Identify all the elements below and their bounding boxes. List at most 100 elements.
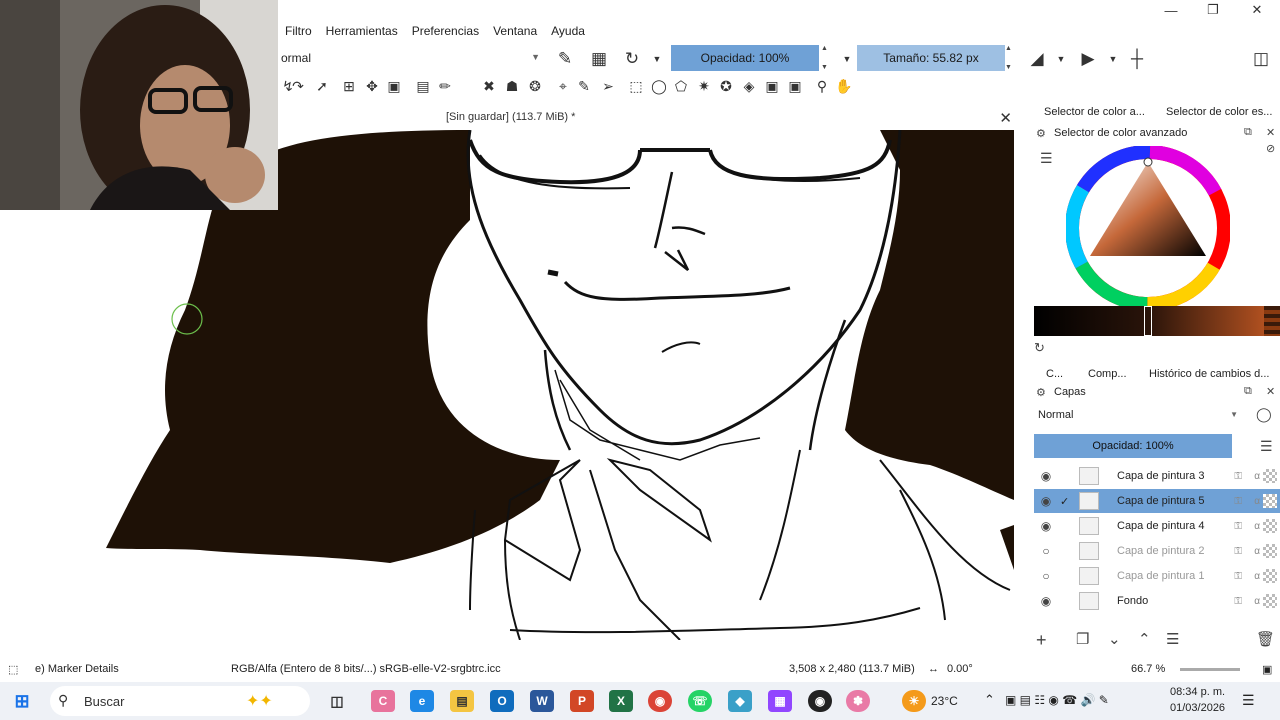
file-explorer-icon[interactable]: ▤ — [450, 690, 474, 712]
layer-name[interactable]: Capa de pintura 3 — [1117, 470, 1204, 482]
docker-panel-icon[interactable]: ◫ — [1250, 48, 1272, 70]
settings-icon[interactable]: ⚙ — [1036, 386, 1046, 399]
word-icon[interactable]: W — [530, 690, 554, 712]
chevron-down-icon[interactable]: ▼ — [646, 48, 668, 70]
add-layer-icon[interactable]: + — [1036, 630, 1047, 651]
gradient-tool-icon[interactable]: ▤ — [413, 76, 433, 96]
layer-row[interactable]: ○ Capa de pintura 1 ⚿ α — [1034, 564, 1280, 588]
restore-icon[interactable]: ❐ — [1192, 0, 1234, 20]
tab-comp[interactable]: Comp... — [1088, 368, 1127, 380]
layer-row[interactable]: ◉ Capa de pintura 3 ⚿ α — [1034, 464, 1280, 488]
menu-filtro[interactable]: Filtro — [278, 24, 319, 38]
eye-icon[interactable]: ◉ — [1038, 494, 1054, 508]
smart-patch-icon[interactable]: ❂ — [525, 76, 545, 96]
alpha-icon[interactable]: α — [1254, 521, 1260, 532]
close-icon[interactable]: ✕ — [1266, 385, 1275, 398]
menu-ayuda[interactable]: Ayuda — [544, 24, 592, 38]
tab-color-selector-advanced[interactable]: Selector de color a... — [1044, 106, 1145, 118]
eye-hidden-icon[interactable]: ○ — [1038, 544, 1054, 558]
menu-ventana[interactable]: Ventana — [486, 24, 544, 38]
magnetic-select-icon[interactable]: ▣ — [785, 76, 805, 96]
inherit-alpha-icon[interactable] — [1263, 469, 1277, 483]
eraser-icon[interactable]: ✎ — [554, 48, 576, 70]
layer-row[interactable]: ◉ ✓ Capa de pintura 5 ⚿ α — [1034, 489, 1280, 513]
menu-list-icon[interactable]: ☰ — [1260, 438, 1273, 455]
alpha-icon[interactable]: α — [1254, 546, 1260, 557]
inherit-alpha-icon[interactable] — [1263, 519, 1277, 533]
zoom-fit-icon[interactable]: ▣ — [1262, 663, 1272, 676]
freehand-select-icon[interactable]: ✷ — [694, 76, 714, 96]
edge-icon[interactable]: e — [410, 690, 434, 712]
close-icon[interactable]: ✕ — [1236, 0, 1278, 20]
layer-row[interactable]: ◉ Capa de pintura 4 ⚿ α — [1034, 514, 1280, 538]
close-icon[interactable]: ✕ — [999, 109, 1012, 127]
layer-name[interactable]: Capa de pintura 4 — [1117, 520, 1204, 532]
opacity-slider[interactable]: Opacidad: 100% — [671, 45, 819, 71]
menu-preferencias[interactable]: Preferencias — [405, 24, 486, 38]
app-icon[interactable]: ◆ — [728, 690, 752, 712]
tray-icons[interactable]: ▣ ▤ ☷ ◉ ☎ 🔊 ✎ — [1005, 693, 1109, 707]
alpha-icon[interactable]: α — [1254, 496, 1260, 507]
float-icon[interactable]: ⧉ — [1244, 126, 1252, 139]
alpha-icon[interactable]: α — [1254, 471, 1260, 482]
lock-icon[interactable]: ⚿ — [1234, 496, 1242, 507]
mirror-horizontal-icon[interactable]: ◢ — [1026, 48, 1048, 70]
lock-icon[interactable]: ⚿ — [1234, 546, 1242, 557]
layers-blend-select[interactable]: Normal ▼ — [1034, 406, 1242, 426]
ellipse-select-icon[interactable]: ◯ — [649, 76, 669, 96]
crop-tool-icon[interactable]: ⊞ — [339, 76, 359, 96]
dynamic-brush-icon[interactable]: ➚ — [312, 76, 332, 96]
transform-tool-icon[interactable]: ▣ — [384, 76, 404, 96]
layer-row[interactable]: ○ Capa de pintura 2 ⚿ α — [1034, 539, 1280, 563]
tab-history[interactable]: Histórico de cambios d... — [1149, 368, 1269, 380]
rect-select-icon[interactable]: ⬚ — [626, 76, 646, 96]
size-slider[interactable]: Tamaño: 55.82 px — [857, 45, 1005, 71]
lock-icon[interactable]: ⚿ — [1234, 571, 1242, 582]
powerpoint-icon[interactable]: P — [570, 690, 594, 712]
similar-select-icon[interactable]: ◈ — [739, 76, 759, 96]
bezier-select-icon[interactable]: ▣ — [762, 76, 782, 96]
blend-mode-select[interactable]: ormal ▼ — [278, 47, 546, 69]
twitch-icon[interactable]: ▦ — [768, 690, 792, 712]
opacity-spin[interactable]: ▲ ▼ — [821, 45, 831, 71]
close-icon[interactable]: ✕ — [1266, 126, 1275, 139]
size-spin[interactable]: ▲ ▼ — [1005, 45, 1015, 71]
task-view-icon[interactable]: ◫ — [325, 690, 349, 712]
move-down-icon[interactable]: ⌄ — [1108, 630, 1121, 648]
chrome-icon[interactable]: ◉ — [648, 690, 672, 712]
move-up-icon[interactable]: ⌃ — [1138, 630, 1151, 648]
assistant-tool-icon[interactable]: ✖ — [479, 76, 499, 96]
menu-herramientas[interactable]: Herramientas — [319, 24, 405, 38]
outlook-icon[interactable]: O — [490, 690, 514, 712]
tab-color-selector-specific[interactable]: Selector de color es... — [1166, 106, 1272, 118]
obs-icon[interactable]: ◉ — [808, 690, 832, 712]
history-swatches[interactable] — [1264, 306, 1280, 336]
excel-icon[interactable]: X — [609, 690, 633, 712]
pin-tool-icon[interactable]: ➢ — [598, 76, 618, 96]
alpha-icon[interactable]: α — [1254, 571, 1260, 582]
alpha-lock-icon[interactable]: ▦ — [588, 48, 610, 70]
reference-tool-icon[interactable]: ✎ — [574, 76, 594, 96]
inherit-alpha-icon[interactable] — [1263, 569, 1277, 583]
refresh-icon[interactable]: ↻ — [1034, 340, 1045, 356]
layer-name[interactable]: Capa de pintura 5 — [1117, 495, 1204, 507]
pan-tool-icon[interactable]: ✋ — [834, 76, 854, 96]
chevron-down-icon[interactable]: ▼ — [1102, 48, 1124, 70]
copilot-icon[interactable]: C — [371, 690, 395, 712]
mirror-vertical-icon[interactable]: ▶ — [1077, 48, 1099, 70]
settings-icon[interactable]: ⚙ — [1036, 127, 1046, 140]
fill-tool-icon[interactable]: ☗ — [502, 76, 522, 96]
float-icon[interactable]: ⧉ — [1244, 385, 1252, 398]
inherit-alpha-icon[interactable] — [1263, 544, 1277, 558]
chevron-down-icon[interactable]: ▼ — [836, 48, 858, 70]
eye-icon[interactable]: ◉ — [1038, 519, 1054, 533]
layer-row[interactable]: ◉ Fondo ⚿ α — [1034, 589, 1280, 613]
wrap-around-icon[interactable]: ┼ — [1126, 48, 1148, 70]
lock-icon[interactable]: ⚿ — [1234, 471, 1242, 482]
whatsapp-icon[interactable]: ☏ — [688, 690, 712, 712]
minimize-icon[interactable]: — — [1150, 0, 1192, 20]
windows-start-icon[interactable]: ⊞ — [10, 690, 34, 712]
eye-icon[interactable]: ◉ — [1038, 594, 1054, 608]
layer-checkbox[interactable]: ✓ — [1060, 495, 1072, 508]
taskbar-search[interactable]: ⚲ Buscar ✦✦ — [50, 686, 310, 716]
